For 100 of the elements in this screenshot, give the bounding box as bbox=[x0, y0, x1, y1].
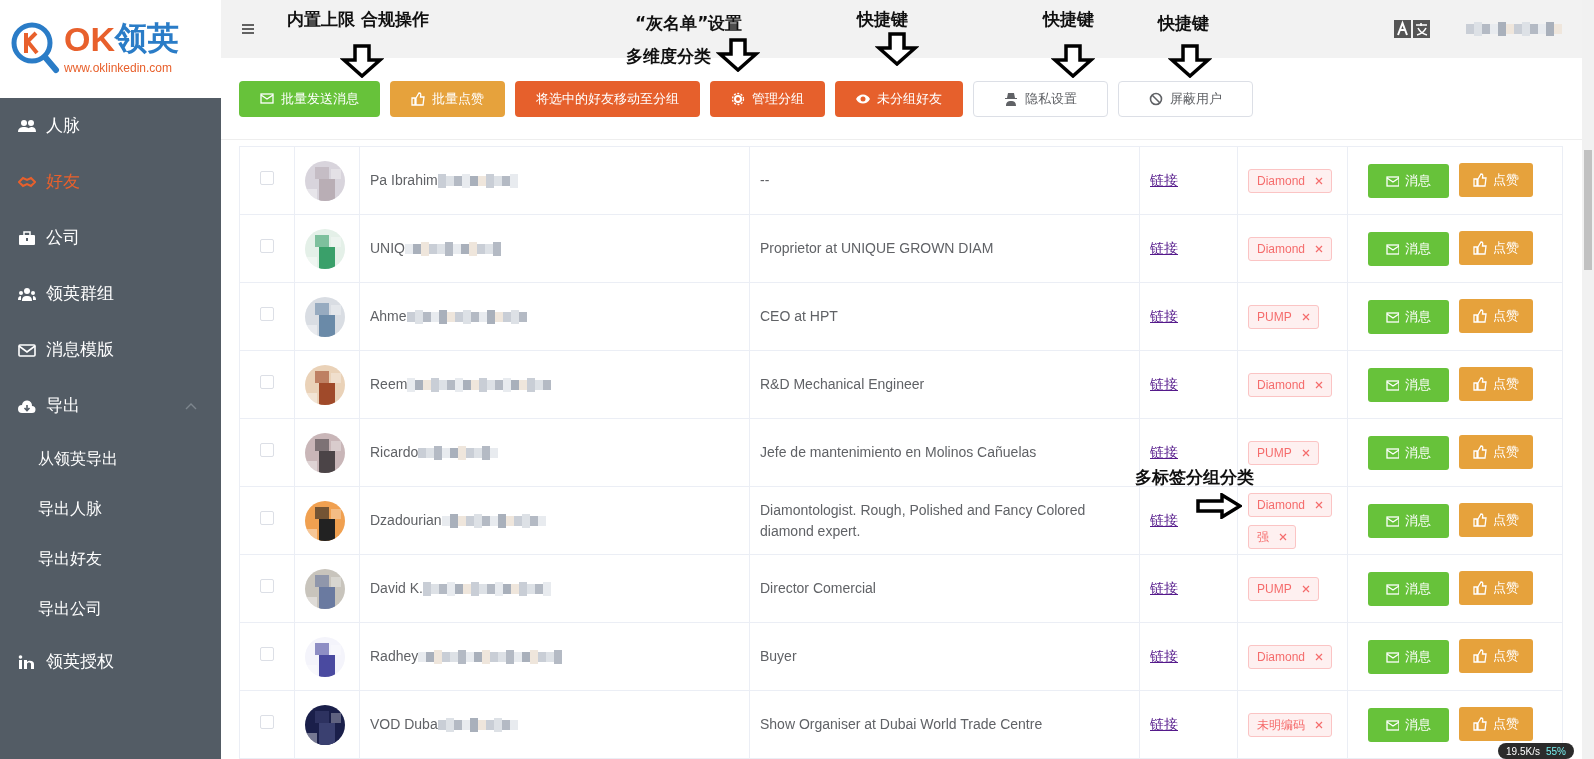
tag: Diamond bbox=[1248, 236, 1333, 261]
menu-icon[interactable] bbox=[241, 23, 255, 35]
checkbox[interactable] bbox=[260, 307, 274, 321]
like-button[interactable]: 点赞 bbox=[1459, 231, 1533, 265]
sidebar-item[interactable]: 消息模版 bbox=[0, 322, 221, 378]
down-arrow-icon bbox=[875, 32, 919, 66]
ban-icon bbox=[1149, 91, 1163, 106]
message-button[interactable]: 消息 bbox=[1368, 232, 1449, 266]
checkbox[interactable] bbox=[260, 443, 274, 457]
scrollbar[interactable] bbox=[1582, 0, 1594, 759]
like-button[interactable]: 点赞 bbox=[1459, 571, 1533, 605]
sidebar-item[interactable]: 好友 bbox=[0, 154, 221, 210]
job-title: R&D Mechanical Engineer bbox=[760, 376, 925, 392]
profile-link[interactable]: 链接 bbox=[1150, 308, 1178, 324]
tag: Diamond bbox=[1248, 168, 1333, 193]
like-button[interactable]: 点赞 bbox=[1459, 503, 1533, 537]
toolbar-button[interactable]: 批量发送消息 bbox=[239, 80, 380, 117]
like-button[interactable]: 点赞 bbox=[1459, 639, 1533, 673]
like-button[interactable]: 点赞 bbox=[1459, 163, 1533, 197]
speed-reading: 19.5K/s bbox=[1506, 744, 1540, 759]
group-icon bbox=[18, 286, 36, 302]
job-title: Diamontologist. Rough, Polished and Fancy Colored diamond expert. bbox=[760, 501, 1086, 539]
envelope-icon bbox=[18, 342, 36, 358]
close-icon[interactable] bbox=[1315, 500, 1324, 509]
contact-name: Radhey bbox=[370, 647, 419, 666]
tag: 强 bbox=[1248, 524, 1296, 549]
message-button[interactable]: 消息 bbox=[1368, 164, 1449, 198]
close-icon[interactable] bbox=[1315, 652, 1324, 661]
like-button[interactable]: 点赞 bbox=[1459, 707, 1533, 741]
profile-link[interactable]: 链接 bbox=[1150, 240, 1178, 256]
envelope-icon bbox=[1386, 379, 1399, 391]
profile-link[interactable]: 链接 bbox=[1150, 716, 1178, 732]
message-button[interactable]: 消息 bbox=[1368, 572, 1449, 606]
right-arrow-icon bbox=[1196, 493, 1242, 519]
translate-icon[interactable] bbox=[1394, 20, 1430, 38]
tag: PUMP bbox=[1248, 576, 1319, 601]
chevron-icon bbox=[185, 402, 197, 410]
sidebar-item[interactable]: 领英授权 bbox=[0, 634, 221, 690]
annotation-text: 内置上限 合规操作 bbox=[287, 8, 429, 31]
profile-link[interactable]: 链接 bbox=[1150, 444, 1178, 460]
brand-name: OK bbox=[64, 21, 115, 56]
like-button[interactable]: 点赞 bbox=[1459, 435, 1533, 469]
thumbs-up-icon bbox=[1473, 513, 1487, 527]
tag: Diamond bbox=[1248, 644, 1333, 669]
close-icon[interactable] bbox=[1315, 244, 1324, 253]
annotation-text: 快捷键 bbox=[1158, 12, 1209, 35]
message-button[interactable]: 消息 bbox=[1368, 300, 1449, 334]
submenu-item[interactable]: 导出公司 bbox=[0, 584, 221, 634]
profile-link[interactable]: 链接 bbox=[1150, 376, 1178, 392]
down-arrow-icon bbox=[716, 38, 760, 72]
profile-link[interactable]: 链接 bbox=[1150, 172, 1178, 188]
submenu-item[interactable]: 导出人脉 bbox=[0, 484, 221, 534]
message-button[interactable]: 消息 bbox=[1368, 708, 1449, 742]
checkbox[interactable] bbox=[260, 239, 274, 253]
submenu-item[interactable]: 导出好友 bbox=[0, 534, 221, 584]
close-icon[interactable] bbox=[1301, 584, 1310, 593]
sidebar-item[interactable]: 导出 bbox=[0, 378, 221, 434]
toolbar-button[interactable]: 管理分组 bbox=[710, 80, 825, 117]
close-icon[interactable] bbox=[1315, 380, 1324, 389]
close-icon[interactable] bbox=[1315, 176, 1324, 185]
message-button[interactable]: 消息 bbox=[1368, 640, 1449, 674]
checkbox[interactable] bbox=[260, 579, 274, 593]
close-icon[interactable] bbox=[1301, 448, 1310, 457]
checkbox[interactable] bbox=[260, 647, 274, 661]
close-icon[interactable] bbox=[1279, 532, 1287, 541]
checkbox[interactable] bbox=[260, 375, 274, 389]
people-icon bbox=[18, 118, 36, 134]
annotation-text: “灰名单”设置 bbox=[635, 12, 743, 35]
envelope-icon bbox=[1386, 515, 1399, 527]
message-button[interactable]: 消息 bbox=[1368, 368, 1449, 402]
toolbar-button[interactable]: 批量点赞 bbox=[390, 80, 505, 117]
toolbar-button[interactable]: 隐私设置 bbox=[973, 80, 1108, 117]
sidebar-item[interactable]: 领英群组 bbox=[0, 266, 221, 322]
down-arrow-icon bbox=[1168, 44, 1212, 78]
envelope-icon bbox=[1386, 447, 1399, 459]
toolbar-button[interactable]: 未分组好友 bbox=[835, 80, 963, 117]
like-button[interactable]: 点赞 bbox=[1459, 299, 1533, 333]
message-button[interactable]: 消息 bbox=[1368, 436, 1449, 470]
sidebar-item[interactable]: 人脉 bbox=[0, 98, 221, 154]
checkbox[interactable] bbox=[260, 511, 274, 525]
tag: Diamond bbox=[1248, 492, 1333, 517]
toolbar-button[interactable]: 将选中的好友移动至分组 bbox=[515, 80, 700, 117]
checkbox[interactable] bbox=[260, 171, 274, 185]
job-title: Jefe de mantenimiento en Molinos Cañuelas bbox=[760, 444, 1037, 460]
profile-link[interactable]: 链接 bbox=[1150, 580, 1178, 596]
submenu-item[interactable]: 从领英导出 bbox=[0, 434, 221, 484]
sidebar-item[interactable]: 公司 bbox=[0, 210, 221, 266]
checkbox[interactable] bbox=[260, 715, 274, 729]
message-button[interactable]: 消息 bbox=[1368, 504, 1449, 538]
toolbar-button[interactable]: 屏蔽用户 bbox=[1118, 80, 1253, 117]
close-icon[interactable] bbox=[1315, 720, 1323, 729]
tag: 未明编码 bbox=[1248, 712, 1332, 737]
profile-link[interactable]: 链接 bbox=[1150, 648, 1178, 664]
profile-link[interactable]: 链接 bbox=[1150, 512, 1178, 528]
tag: Diamond bbox=[1248, 372, 1333, 397]
close-icon[interactable] bbox=[1301, 312, 1310, 321]
envelope-icon bbox=[260, 91, 274, 106]
briefcase-icon bbox=[18, 230, 36, 246]
like-button[interactable]: 点赞 bbox=[1459, 367, 1533, 401]
thumbs-up-icon bbox=[1473, 241, 1487, 255]
